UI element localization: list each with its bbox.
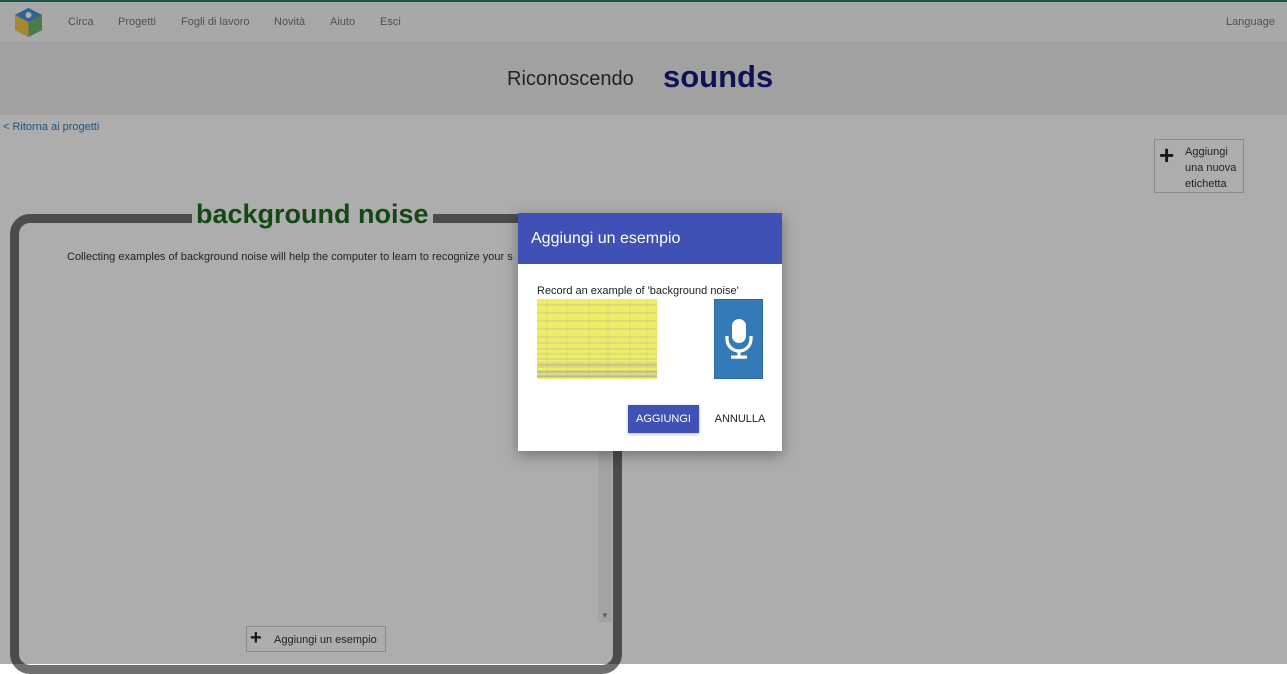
spectrogram-image: [537, 299, 657, 379]
dialog-prompt: Record an example of 'background noise': [537, 285, 739, 297]
add-example-dialog: Aggiungi un esempio Record an example of…: [518, 213, 782, 451]
dialog-cancel-button[interactable]: ANNULLA: [709, 405, 771, 433]
dialog-title: Aggiungi un esempio: [531, 230, 681, 247]
microphone-icon: [725, 319, 753, 359]
dialog-add-button[interactable]: AGGIUNGI: [628, 405, 699, 433]
record-microphone-button[interactable]: [714, 299, 763, 379]
dialog-header: Aggiungi un esempio: [518, 213, 782, 264]
